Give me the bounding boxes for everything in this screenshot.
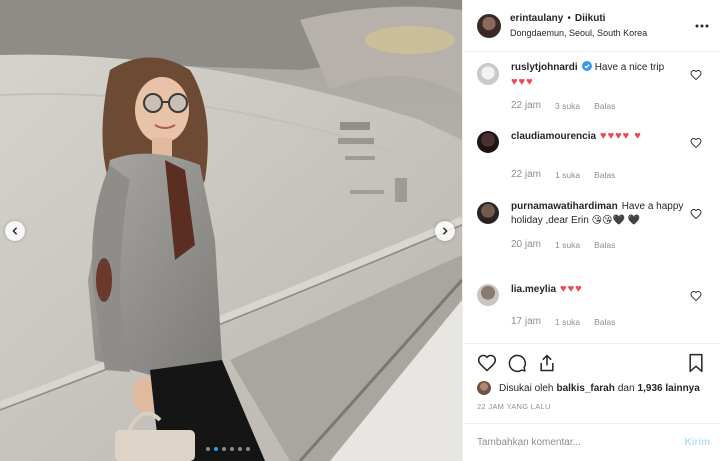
liker-username[interactable]: balkis_farah: [556, 383, 614, 394]
comment-time: 17 jam: [511, 316, 542, 327]
like-comment-icon[interactable]: [690, 208, 702, 220]
comment-time: 22 jam: [511, 169, 542, 180]
reply-button[interactable]: Balas: [594, 168, 615, 182]
likes-prefix: Disukai oleh: [499, 382, 554, 394]
comments-list: ruslytjohnardi Have a nice trip ♥♥♥ 22 ja…: [463, 53, 720, 343]
separator-dot: •: [567, 12, 571, 24]
post-photo[interactable]: [0, 0, 462, 461]
arrow-right-icon: [442, 227, 448, 235]
like-comment-icon[interactable]: [690, 69, 702, 81]
post-actions: Disukai oleh balkis_farah dan 1,936 lain…: [463, 343, 720, 411]
comment-item: ruslytjohnardi Have a nice trip ♥♥♥ 22 ja…: [477, 61, 706, 129]
comment-item: claudiamourencia ♥♥♥♥ ♥ 22 jam 1 suka Bal…: [477, 129, 706, 200]
comment-icon[interactable]: [507, 353, 527, 373]
like-icon[interactable]: [477, 353, 497, 373]
author-username[interactable]: erintaulany: [510, 12, 563, 26]
reply-button[interactable]: Balas: [594, 238, 615, 252]
next-photo-button[interactable]: [435, 221, 455, 241]
verified-icon: [581, 61, 592, 71]
comment-likes[interactable]: 3 suka: [555, 99, 580, 113]
likes-summary: Disukai oleh balkis_farah dan 1,936 lain…: [477, 380, 706, 396]
previous-photo-button[interactable]: [5, 221, 25, 241]
photo-scene: [0, 0, 462, 461]
instagram-post: erintaulany • Diikuti Dongdaemun, Seoul,…: [0, 0, 720, 461]
carousel-dot: [222, 447, 226, 451]
carousel-dot: [246, 447, 250, 451]
comment-emoji: ♥♥♥♥ ♥: [600, 130, 642, 142]
comment-item: lia.meylia ♥♥♥ 17 jam 1 suka Balas: [477, 282, 706, 338]
comment-item: purnamawatihardiman Have a happy holiday …: [477, 200, 706, 282]
share-icon[interactable]: [537, 353, 557, 373]
comment-emoji: ♥♥♥: [560, 283, 583, 295]
save-icon[interactable]: [686, 353, 706, 373]
post-timestamp[interactable]: 22 JAM YANG LALU: [477, 402, 706, 411]
carousel-dot: [206, 447, 210, 451]
comment-likes[interactable]: 1 suka: [555, 238, 580, 252]
commenter-avatar[interactable]: [477, 63, 499, 85]
commenter-avatar[interactable]: [477, 131, 499, 153]
post-header: erintaulany • Diikuti Dongdaemun, Seoul,…: [463, 0, 720, 52]
commenter-avatar[interactable]: [477, 284, 499, 306]
comment-emoji: ♥♥♥: [511, 76, 534, 88]
liker-avatar[interactable]: [477, 381, 491, 395]
commenter-username[interactable]: lia.meylia: [511, 284, 556, 295]
reply-button[interactable]: Balas: [594, 99, 615, 113]
post-comment-button[interactable]: Kirim: [684, 437, 710, 448]
post-location[interactable]: Dongdaemun, Seoul, South Korea: [510, 26, 647, 40]
more-options-icon[interactable]: [694, 18, 710, 34]
follow-status-button[interactable]: Diikuti: [575, 12, 606, 26]
commenter-username[interactable]: purnamawatihardiman: [511, 201, 618, 212]
arrow-left-icon: [12, 227, 18, 235]
commenter-avatar[interactable]: [477, 202, 499, 224]
post-side-panel: erintaulany • Diikuti Dongdaemun, Seoul,…: [462, 0, 720, 461]
comment-likes[interactable]: 1 suka: [555, 168, 580, 182]
carousel-indicator: [206, 447, 250, 451]
likes-count[interactable]: 1,936 lainnya: [638, 383, 700, 394]
comment-time: 22 jam: [511, 100, 542, 111]
commenter-username[interactable]: ruslytjohnardi: [511, 62, 578, 73]
likes-middle: dan: [617, 382, 635, 394]
comment-time: 20 jam: [511, 239, 542, 250]
like-comment-icon[interactable]: [690, 137, 702, 149]
comment-likes[interactable]: 1 suka: [555, 315, 580, 329]
author-avatar[interactable]: [477, 13, 501, 38]
like-comment-icon[interactable]: [690, 290, 702, 302]
comment-input[interactable]: [477, 437, 685, 448]
add-comment-bar: Kirim: [463, 423, 720, 461]
reply-button[interactable]: Balas: [594, 315, 615, 329]
carousel-dot: [230, 447, 234, 451]
carousel-dot: [238, 447, 242, 451]
carousel-dot-active: [214, 447, 218, 451]
comment-text: Have a nice trip: [594, 62, 665, 73]
commenter-username[interactable]: claudiamourencia: [511, 131, 596, 142]
